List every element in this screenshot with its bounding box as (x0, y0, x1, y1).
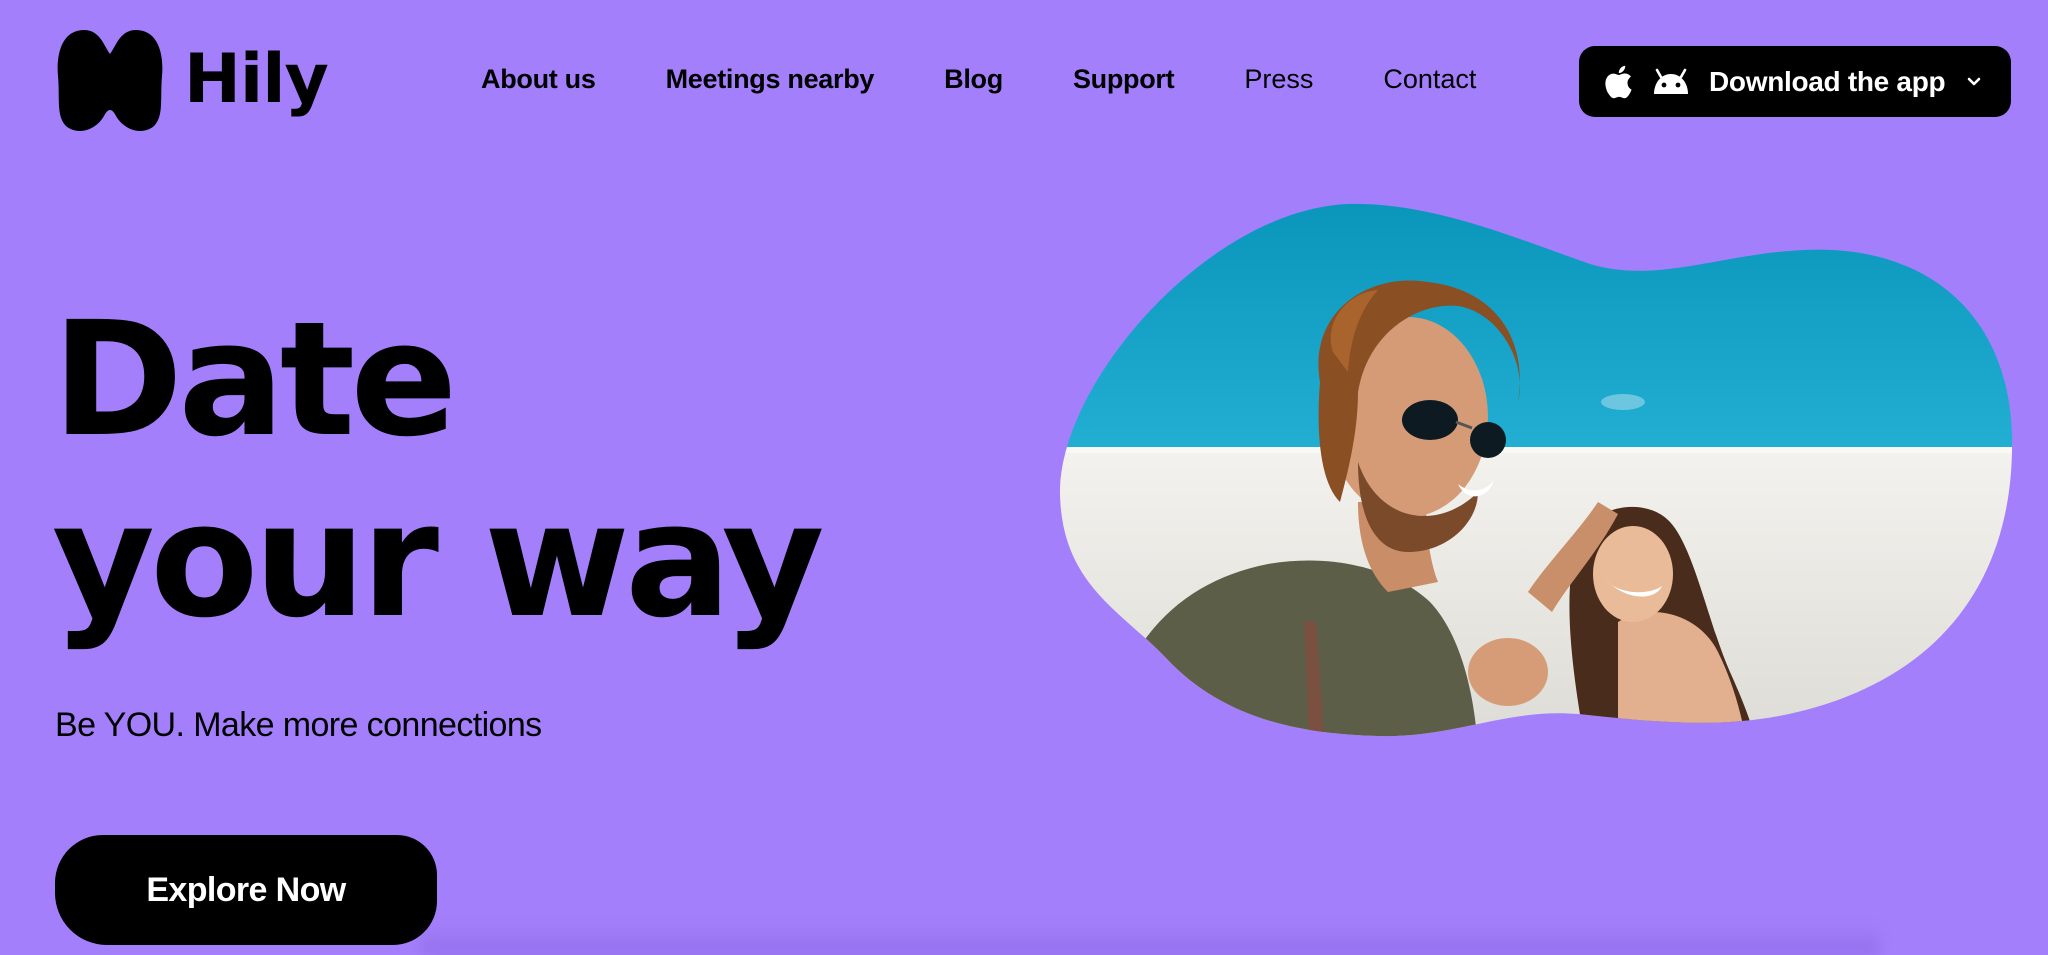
hero-headline-line-2: your way (52, 469, 825, 653)
hero-headline: Date your way (52, 288, 825, 653)
nav-press[interactable]: Press (1244, 66, 1313, 93)
android-icon (1654, 68, 1688, 94)
hero-photo (1059, 203, 2013, 737)
nav-support[interactable]: Support (1073, 66, 1175, 93)
hero-headline-line-1: Date (52, 288, 457, 472)
download-app-label: Download the app (1709, 65, 1946, 97)
landing-page: Hily About us Meetings nearby Blog Suppo… (0, 0, 2048, 955)
chevron-down-icon (1967, 77, 1981, 87)
nav-blog[interactable]: Blog (944, 66, 1003, 93)
apple-icon (1605, 65, 1632, 98)
hero-tagline: Be YOU. Make more connections (55, 706, 542, 744)
explore-now-button[interactable]: Explore Now (55, 835, 437, 945)
download-app-button[interactable]: Download the app (1579, 46, 2011, 117)
brand-logo[interactable]: Hily (54, 24, 329, 136)
hily-blob-logo-icon (57, 30, 163, 131)
bottom-fade (420, 925, 1880, 955)
nav-meetings-nearby[interactable]: Meetings nearby (666, 66, 875, 93)
nav-contact[interactable]: Contact (1383, 66, 1476, 93)
platform-icons (1603, 65, 1691, 99)
main-nav: About us Meetings nearby Blog Support Pr… (481, 66, 1476, 93)
nav-about-us[interactable]: About us (481, 66, 596, 93)
brand-name: Hily (184, 40, 329, 119)
